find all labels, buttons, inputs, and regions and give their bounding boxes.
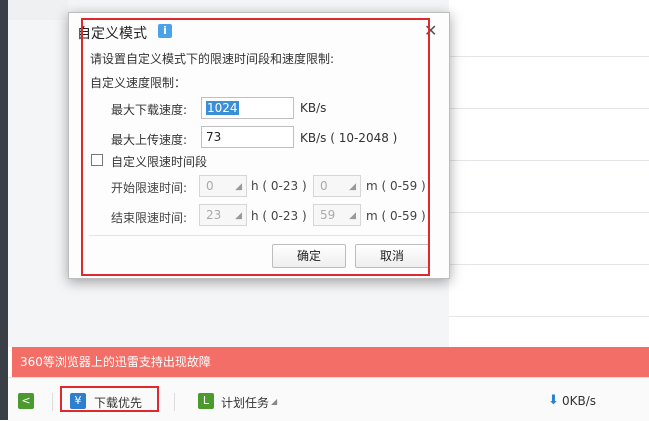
list-divider <box>449 264 649 265</box>
list-divider <box>449 316 649 317</box>
list-divider <box>449 108 649 109</box>
schedule-icon: L <box>198 393 214 409</box>
toolbar-divider <box>52 393 53 411</box>
background-header <box>8 0 68 20</box>
dialog-highlight-frame <box>81 18 430 276</box>
priority-highlight-frame <box>60 386 159 412</box>
scheduled-task-label[interactable]: 计划任务 <box>221 394 269 411</box>
chevron-down-icon[interactable]: ◢ <box>271 397 277 406</box>
notice-banner[interactable]: 360等浏览器上的迅雷支持出现故障 <box>12 347 649 377</box>
toolbar-divider <box>174 393 175 411</box>
list-divider <box>449 56 649 57</box>
list-divider <box>449 160 649 161</box>
list-divider <box>449 212 649 213</box>
download-speed-indicator: 0KB/s <box>562 394 597 408</box>
left-edge-strip <box>0 0 8 420</box>
back-icon[interactable]: < <box>18 393 34 409</box>
background-list <box>449 0 649 347</box>
download-arrow-icon: ⬇ <box>548 393 559 408</box>
